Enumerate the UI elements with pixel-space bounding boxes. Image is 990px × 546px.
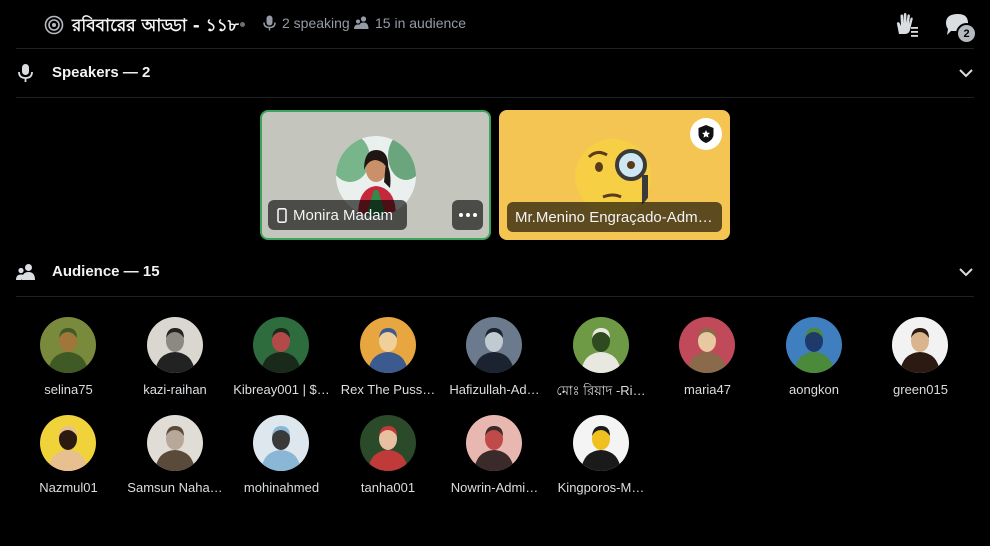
speakers-section-label: Speakers — 2 bbox=[52, 64, 151, 81]
audience-icon bbox=[354, 16, 369, 29]
audience-member[interactable]: Rex The Puss… bbox=[335, 317, 442, 407]
audience-member[interactable]: green015 bbox=[867, 317, 974, 407]
audience-member[interactable]: maria47 bbox=[654, 317, 761, 407]
audience-divider bbox=[16, 296, 974, 297]
audience-member[interactable]: kazi-raihan bbox=[122, 317, 229, 407]
header-divider bbox=[16, 48, 974, 49]
microphone-icon bbox=[18, 64, 33, 82]
mobile-icon bbox=[277, 207, 287, 223]
audience-member[interactable]: Nazmul01 bbox=[15, 415, 122, 505]
avatar bbox=[146, 415, 203, 471]
speakers-section-header[interactable]: Speakers — 2 bbox=[16, 58, 974, 88]
audience-member-name: mohinahmed bbox=[243, 480, 320, 495]
raise-hand-icon[interactable] bbox=[893, 12, 919, 38]
speaker-name-pill: Monira Madam bbox=[268, 200, 407, 230]
avatar bbox=[359, 317, 416, 373]
audience-member-name: Samsun Naha… bbox=[127, 480, 223, 495]
audience-member-name: aongkon bbox=[789, 382, 839, 397]
separator-dot bbox=[240, 22, 245, 27]
audience-member[interactable]: Kingporos-M… bbox=[548, 415, 655, 505]
audience-icon bbox=[16, 264, 35, 280]
avatar bbox=[40, 317, 96, 373]
audience-member[interactable]: Samsun Naha… bbox=[122, 415, 229, 505]
speaking-count: 2 speaking bbox=[263, 15, 350, 31]
audience-member[interactable]: mohinahmed bbox=[228, 415, 335, 505]
avatar bbox=[572, 317, 629, 373]
audience-member[interactable]: Nowrin-Admi… bbox=[441, 415, 548, 505]
avatar bbox=[679, 317, 735, 373]
avatar bbox=[253, 415, 309, 471]
more-options-button[interactable] bbox=[452, 200, 483, 230]
chevron-down-icon[interactable] bbox=[958, 66, 974, 80]
dot-icon bbox=[472, 213, 477, 217]
audience-member-name: green015 bbox=[893, 382, 948, 397]
audience-count: 15 in audience bbox=[354, 15, 466, 31]
avatar bbox=[253, 317, 309, 373]
microphone-icon bbox=[263, 15, 276, 31]
audience-member-name: Kingporos-M… bbox=[557, 480, 645, 495]
avatar bbox=[40, 415, 96, 471]
audience-member[interactable]: aongkon bbox=[761, 317, 868, 407]
speaking-label: 2 speaking bbox=[282, 15, 350, 31]
stage-header: রবিবারের আড্ডা - ১১৮ 2 speaking 15 in au… bbox=[0, 0, 990, 48]
audience-member[interactable]: tanha001 bbox=[335, 415, 442, 505]
avatar bbox=[359, 415, 416, 471]
speakers-divider bbox=[16, 97, 974, 98]
avatar bbox=[572, 415, 629, 471]
audience-count-label: 15 in audience bbox=[375, 15, 467, 31]
avatar bbox=[466, 415, 522, 471]
audience-section-label: Audience — 15 bbox=[52, 263, 160, 280]
audience-member-name: Kibreay001 | $… bbox=[233, 382, 330, 397]
audience-member-name: maria47 bbox=[684, 382, 731, 397]
dot-icon bbox=[465, 213, 470, 217]
avatar bbox=[466, 317, 522, 373]
speaker-name: Monira Madam bbox=[293, 206, 394, 224]
audience-member-name: tanha001 bbox=[360, 480, 416, 495]
speaker-tile[interactable]: Mr.Menino Engraçado-Adm… bbox=[499, 110, 730, 240]
audience-member[interactable]: selina75 bbox=[15, 317, 122, 407]
audience-member-name: kazi-raihan bbox=[143, 382, 207, 397]
speaker-tile[interactable]: Monira Madam bbox=[260, 110, 491, 240]
chevron-down-icon[interactable] bbox=[958, 265, 974, 279]
audience-member[interactable]: Hafizullah-Ad… bbox=[441, 317, 548, 407]
speaker-name-pill: Mr.Menino Engraçado-Adm… bbox=[507, 202, 722, 232]
avatar bbox=[146, 317, 203, 373]
stage-icon bbox=[44, 15, 64, 35]
audience-member-name: Nazmul01 bbox=[39, 480, 98, 495]
stage-title: রবিবারের আড্ডা - ১১৮ bbox=[72, 16, 239, 36]
dot-icon bbox=[458, 213, 463, 217]
audience-member-name: মোঃ রিয়াদ -Ri… bbox=[556, 383, 646, 398]
audience-section-header[interactable]: Audience — 15 bbox=[16, 257, 974, 287]
audience-member-name: selina75 bbox=[44, 382, 93, 397]
shield-icon bbox=[690, 118, 722, 150]
speaker-name: Mr.Menino Engraçado-Adm… bbox=[515, 208, 713, 226]
avatar bbox=[785, 317, 842, 373]
audience-member-name: Rex The Puss… bbox=[340, 382, 436, 397]
audience-member[interactable]: Kibreay001 | $… bbox=[228, 317, 335, 407]
audience-member[interactable]: মোঃ রিয়াদ -Ri… bbox=[548, 317, 655, 407]
audience-member-name: Nowrin-Admi… bbox=[450, 480, 539, 495]
avatar bbox=[892, 317, 948, 373]
audience-member-name: Hafizullah-Ad… bbox=[449, 382, 540, 397]
chat-unread-badge: 2 bbox=[956, 23, 977, 44]
